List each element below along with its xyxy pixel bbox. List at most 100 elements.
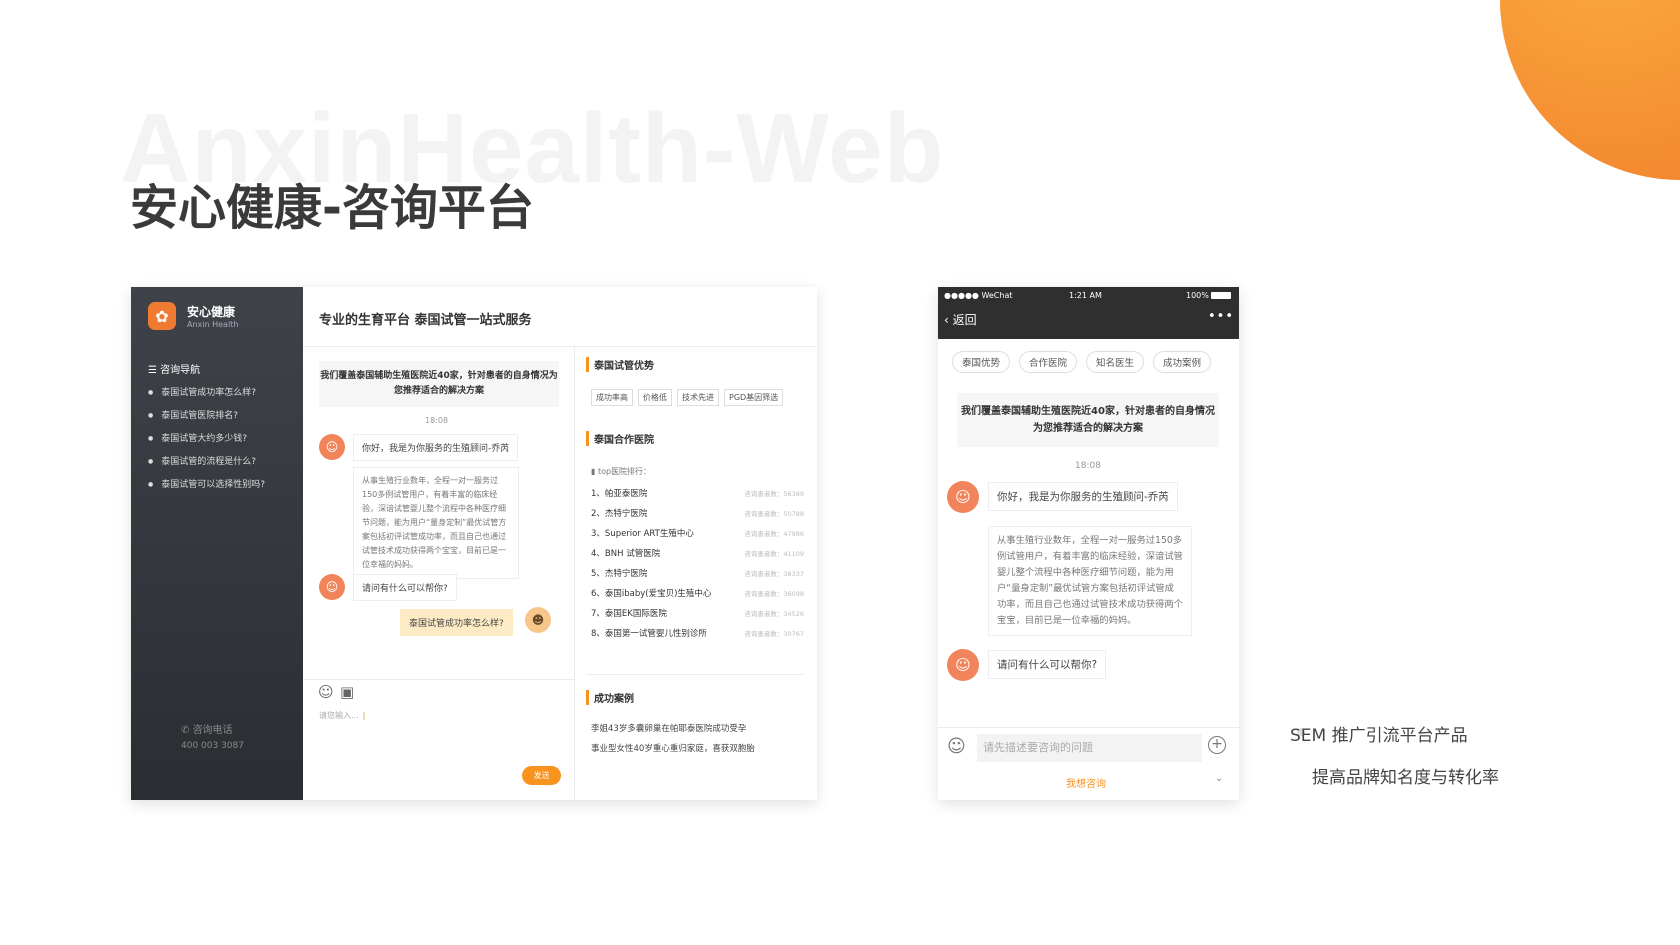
message-input[interactable]: 请您输入...	[319, 710, 365, 721]
sidebar: ✿ 安心健康 Anxin Health ☰ 咨询导航 泰国试管成功率怎么样? 泰…	[131, 287, 303, 800]
hospital-name: 1、帕亚泰医院	[591, 489, 648, 499]
brand-subtitle: Anxin Health	[187, 320, 239, 329]
nav-item[interactable]: 泰国试管医院排名?	[148, 408, 265, 431]
hospital-name: 5、杰特宁医院	[591, 569, 648, 579]
phone-label: ✆ 咨询电话	[181, 725, 233, 736]
tag[interactable]: 成功率高	[591, 389, 633, 406]
advisor-intro-bubble: 从事生殖行业数年，全程一对一服务过150多例试管用户，有着丰富的临床经验，深谙试…	[353, 467, 519, 579]
hospital-count: 咨询患者数：38337	[744, 570, 804, 578]
chevron-left-icon: ‹	[944, 313, 953, 327]
user-avatar: ☻	[525, 607, 551, 633]
cases-divider	[586, 674, 804, 675]
hospital-row[interactable]: 8、泰国第一试管婴儿性别诊所 咨询患者数：30767	[591, 627, 804, 647]
hospital-count: 咨询患者数：36098	[744, 590, 804, 598]
section-title-cases: 成功案例	[586, 690, 634, 705]
back-button[interactable]: ‹ 返回	[944, 311, 977, 328]
bullet-text: SEM 推广引流平台产品	[1290, 726, 1468, 746]
hospital-count: 咨询患者数：30767	[744, 630, 804, 638]
hospital-row[interactable]: 2、杰特宁医院 咨询患者数：50788	[591, 507, 804, 527]
phone-icon: ✆	[181, 725, 193, 736]
question-input[interactable]: 请先描述要咨询的问题	[977, 734, 1202, 762]
chat-time: 18:08	[1075, 461, 1101, 471]
hospital-count: 咨询患者数：56389	[744, 490, 804, 498]
hospital-list: 1、帕亚泰医院 咨询患者数：56389 2、杰特宁医院 咨询患者数：50788 3、…	[591, 487, 804, 647]
user-bubble: 泰国试管成功率怎么样?	[400, 609, 513, 636]
advisor-avatar: ☺	[947, 649, 979, 681]
case-item[interactable]: 事业型女性40岁重心重归家庭，喜获双胞胎	[591, 739, 755, 759]
intro-card: 我们覆盖泰国辅助生殖医院近40家，针对患者的自身情况为您推荐适合的解决方案	[957, 393, 1219, 447]
tag[interactable]: PGD基因筛选	[724, 389, 784, 406]
intro-card: 我们覆盖泰国辅助生殖医院近40家，针对患者的自身情况为您推荐适合的解决方案	[319, 361, 559, 407]
chat-header-title: 专业的生育平台 泰国试管一站式服务	[319, 313, 532, 328]
tab[interactable]: 合作医院	[1019, 351, 1078, 373]
clock: 1:21 AM	[1069, 291, 1102, 300]
tag[interactable]: 价格低	[638, 389, 672, 406]
input-divider	[938, 727, 1239, 728]
case-list: 李姐43岁多囊卵巢在帕耶泰医院成功受孕 事业型女性40岁重心重归家庭，喜获双胞胎	[591, 719, 755, 759]
flower-logo-icon: ✿	[148, 302, 176, 330]
section-title-advantages: 泰国试管优势	[586, 357, 654, 372]
hospital-row[interactable]: 1、帕亚泰医院 咨询患者数：56389	[591, 487, 804, 507]
hospital-name: 2、杰特宁医院	[591, 509, 648, 519]
battery-text: 100%	[1186, 291, 1209, 300]
greeting-bubble: 你好，我是为你服务的生殖顾问-乔芮	[353, 434, 519, 461]
hospital-count: 咨询患者数：41109	[744, 550, 804, 558]
send-button[interactable]: 发送	[522, 766, 561, 785]
chat-time: 18:08	[425, 416, 449, 425]
image-icon[interactable]: ▣	[340, 683, 354, 701]
top-ranking-label: ▮ top医院排行：	[591, 467, 652, 476]
nav-item[interactable]: 泰国试管可以选择性别吗?	[148, 477, 265, 500]
bar-chart-icon: ▮	[591, 467, 598, 476]
hospital-name: 8、泰国第一试管婴儿性别诊所	[591, 629, 707, 639]
tab[interactable]: 知名医生	[1086, 351, 1145, 373]
plus-icon[interactable]: +	[1208, 736, 1226, 754]
advisor-avatar: ☺	[319, 434, 345, 460]
nav-item[interactable]: 泰国试管的流程是什么?	[148, 454, 265, 477]
case-item[interactable]: 李姐43岁多囊卵巢在帕耶泰医院成功受孕	[591, 719, 755, 739]
advisor-avatar: ☺	[319, 574, 345, 600]
hospital-name: 7、泰国EK国际医院	[591, 609, 667, 619]
emoji-icon[interactable]: ☺	[947, 736, 966, 757]
nav-item[interactable]: 泰国试管大约多少钱?	[148, 431, 265, 454]
ask-bubble: 请问有什么可以帮你?	[988, 650, 1107, 679]
input-divider	[303, 679, 574, 680]
more-button[interactable]: •••	[1208, 309, 1234, 324]
orange-circle-decoration	[1500, 0, 1680, 180]
nav-title: ☰ 咨询导航	[148, 365, 201, 376]
status-bar: ●●●●● WeChat 1:21 AM 100% ‹ 返回 •••	[938, 287, 1239, 339]
emoji-icon[interactable]: ☺	[318, 683, 334, 701]
bullet-text: 提高品牌知名度与转化率	[1312, 768, 1499, 788]
hospital-row[interactable]: 7、泰国EK国际医院 咨询患者数：34526	[591, 607, 804, 627]
carrier: ●●●●● WeChat	[944, 291, 1013, 300]
page-title: 安心健康-咨询平台	[130, 180, 534, 236]
phone-number: 400 003 3087	[181, 741, 244, 751]
hospital-name: 6、泰国ibaby(爱宝贝)生殖中心	[591, 589, 712, 599]
list-icon: ☰	[148, 365, 161, 376]
chevron-down-icon[interactable]: ⌄	[1215, 773, 1223, 784]
battery-icon	[1211, 292, 1231, 299]
hospital-row[interactable]: 5、杰特宁医院 咨询患者数：38337	[591, 567, 804, 587]
hospital-row[interactable]: 3、Superior ART生殖中心 咨询患者数：47986	[591, 527, 804, 547]
header-divider	[303, 346, 817, 347]
hospital-name: 4、BNH 试管医院	[591, 549, 661, 559]
ask-bubble: 请问有什么可以帮你?	[353, 574, 457, 601]
tab[interactable]: 泰国优势	[952, 351, 1011, 373]
tag[interactable]: 技术先进	[677, 389, 719, 406]
hospital-count: 咨询患者数：50788	[744, 510, 804, 518]
brand-name: 安心健康	[187, 305, 236, 319]
mobile-mockup: ●●●●● WeChat 1:21 AM 100% ‹ 返回 ••• 泰国优势 …	[938, 287, 1239, 800]
greeting-bubble: 你好，我是为你服务的生殖顾问-乔芮	[988, 482, 1178, 511]
hospital-count: 咨询患者数：47986	[744, 530, 804, 538]
nav-item[interactable]: 泰国试管成功率怎么样?	[148, 385, 265, 408]
hospital-row[interactable]: 6、泰国ibaby(爱宝贝)生殖中心 咨询患者数：36098	[591, 587, 804, 607]
advisor-avatar: ☺	[947, 481, 979, 513]
advantage-tags: 成功率高 价格低 技术先进 PGD基因筛选	[591, 389, 784, 406]
hospital-row[interactable]: 4、BNH 试管医院 咨询患者数：41109	[591, 547, 804, 567]
nav-list: 泰国试管成功率怎么样? 泰国试管医院排名? 泰国试管大约多少钱? 泰国试管的流程…	[148, 385, 265, 500]
mobile-tabs: 泰国优势 合作医院 知名医生 成功案例	[952, 351, 1212, 373]
page: AnxinHealth-Web 安心健康-咨询平台 ✿ 安心健康 Anxin H…	[0, 0, 1680, 945]
consult-button[interactable]: 我想咨询	[1066, 775, 1106, 790]
desktop-mockup: ✿ 安心健康 Anxin Health ☰ 咨询导航 泰国试管成功率怎么样? 泰…	[131, 287, 817, 800]
tab[interactable]: 成功案例	[1153, 351, 1212, 373]
section-title-hospitals: 泰国合作医院	[586, 431, 654, 446]
